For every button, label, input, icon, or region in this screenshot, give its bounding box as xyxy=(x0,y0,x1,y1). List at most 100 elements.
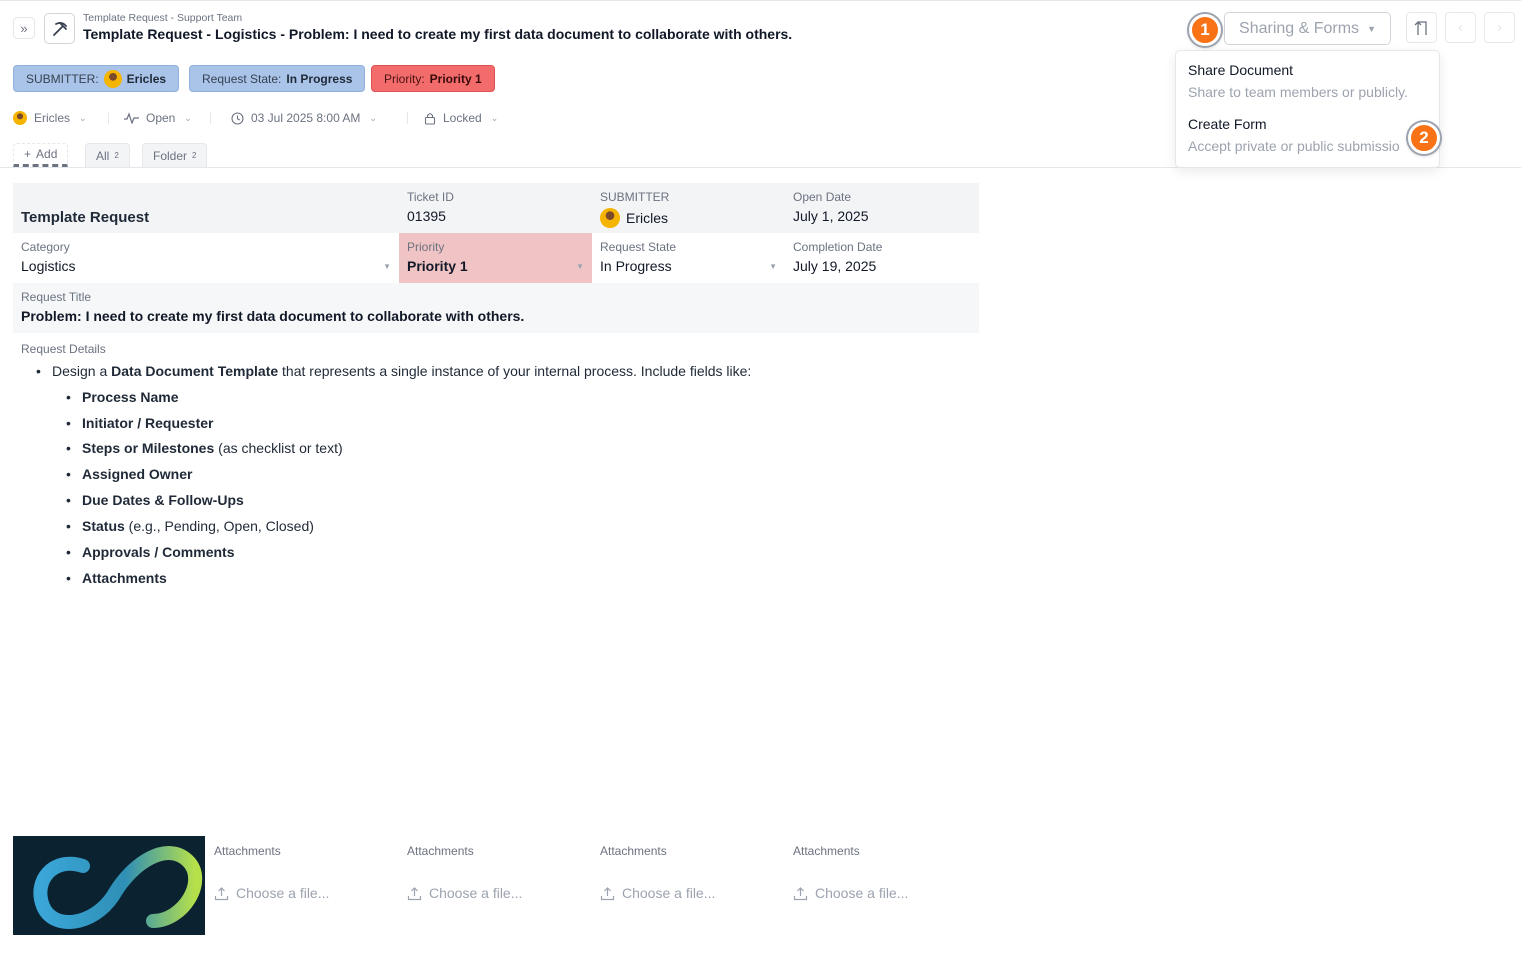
bullet-icon: • xyxy=(66,389,71,405)
pickaxe-icon xyxy=(52,21,67,36)
tab-add-label: Add xyxy=(36,147,58,161)
ticket-id-label: Ticket ID xyxy=(407,190,454,204)
request-state-pill-value: In Progress xyxy=(286,71,353,86)
lock-label: Locked xyxy=(443,111,482,125)
intro-post: that represents a single instance of you… xyxy=(278,363,752,379)
tab-all-count: 2 xyxy=(114,151,119,160)
bullet-icon: • xyxy=(66,570,71,586)
ticket-id-field: Ticket ID 01395 xyxy=(399,183,592,233)
bullet-icon: • xyxy=(66,440,71,456)
tab-folder[interactable]: Folder 2 xyxy=(142,143,208,167)
tab-all[interactable]: All 2 xyxy=(85,143,130,167)
completion-date-label: Completion Date xyxy=(793,240,883,254)
owner-label: Ericles xyxy=(34,111,71,125)
caret-down-icon: ▼ xyxy=(1367,23,1376,34)
attachments-label: Attachments xyxy=(793,844,860,858)
double-chevron-right-icon: » xyxy=(20,20,28,36)
step-marker-1: 1 xyxy=(1189,14,1221,46)
intro-pre: Design a xyxy=(52,363,112,379)
attachment-field-4[interactable]: Attachments Choose a file... xyxy=(793,844,908,901)
infinity-logo-image xyxy=(13,836,205,935)
status-selector[interactable]: Open ⌄ xyxy=(124,110,192,126)
share-document-menu-item[interactable]: Share Document Share to team members or … xyxy=(1188,62,1438,100)
sharing-forms-button[interactable]: Sharing & Forms ▼ xyxy=(1224,12,1391,45)
list-item: • Due Dates & Follow-Ups xyxy=(66,492,244,508)
submitter-pill[interactable]: SUBMITTER: Ericles xyxy=(13,65,180,92)
bullet-icon: • xyxy=(36,363,41,379)
create-form-menu-item[interactable]: Create Form Accept private or public sub… xyxy=(1188,116,1438,154)
request-title-value: Problem: I need to create my first data … xyxy=(21,308,525,324)
submitter-pill-label: SUBMITTER: xyxy=(26,71,99,86)
request-title-field[interactable]: Request Title Problem: I need to create … xyxy=(13,283,979,333)
priority-value: Priority 1 xyxy=(407,258,468,274)
request-state-pill[interactable]: Request State: In Progress xyxy=(189,65,366,92)
list-item: • Assigned Owner xyxy=(66,466,192,482)
window-top-border xyxy=(0,0,1521,4)
ticket-id-value: 01395 xyxy=(407,208,446,224)
list-item-rest: (as checklist or text) xyxy=(214,440,343,456)
create-form-title: Create Form xyxy=(1188,116,1267,132)
priority-pill-label: Priority: xyxy=(384,71,425,86)
submitter-label: SUBMITTER xyxy=(600,190,670,204)
attachment-field-1[interactable]: Attachments Choose a file... xyxy=(214,844,329,901)
clock-icon xyxy=(231,111,244,125)
create-form-description: Accept private or public submissio xyxy=(1188,138,1400,154)
completion-date-field[interactable]: Completion Date July 19, 2025 xyxy=(785,233,979,283)
priority-pill[interactable]: Priority: Priority 1 xyxy=(371,65,495,92)
request-state-label: Request State xyxy=(600,240,677,254)
intro-bold: Data Document Template xyxy=(111,363,279,379)
priority-label: Priority xyxy=(407,240,445,254)
list-item-bold: Status xyxy=(82,518,125,534)
divider xyxy=(210,112,211,124)
owner-selector[interactable]: Ericles ⌄ xyxy=(13,110,87,126)
request-state-value: In Progress xyxy=(600,258,672,274)
list-item-bold: Approvals / Comments xyxy=(82,544,235,560)
tab-folder-count: 2 xyxy=(192,151,197,160)
priority-select[interactable]: Priority Priority 1 ▼ xyxy=(399,233,592,283)
expand-sidebar-button[interactable]: » xyxy=(13,17,35,39)
attachment-thumbnail[interactable] xyxy=(13,836,205,935)
bullet-icon: • xyxy=(66,518,71,534)
upload-arrow-icon xyxy=(1414,20,1427,35)
list-item: • Steps or Milestones (as checklist or te… xyxy=(66,440,343,456)
date-selector[interactable]: 03 Jul 2025 8:00 AM ⌄ xyxy=(231,110,377,126)
chevron-left-icon: ‹ xyxy=(1458,19,1463,36)
choose-file-label: Choose a file... xyxy=(622,885,716,901)
list-item-rest: (e.g., Pending, Open, Closed) xyxy=(124,518,314,534)
list-item: • Approvals / Comments xyxy=(66,544,234,560)
app-logo[interactable] xyxy=(44,13,75,44)
choose-file-button[interactable]: Choose a file... xyxy=(214,885,329,901)
list-item-bold: Due Dates & Follow-Ups xyxy=(82,492,244,508)
lock-selector[interactable]: Locked ⌄ xyxy=(424,110,498,126)
activity-icon xyxy=(124,112,139,124)
list-item: • Process Name xyxy=(66,389,179,405)
choose-file-button[interactable]: Choose a file... xyxy=(407,885,522,901)
bullet-icon: • xyxy=(66,544,71,560)
request-state-select[interactable]: Request State In Progress ▼ xyxy=(592,233,785,283)
bullet-icon: • xyxy=(66,466,71,482)
tab-folder-label: Folder xyxy=(153,148,188,163)
status-label: Open xyxy=(146,111,176,125)
request-details-label: Request Details xyxy=(21,342,106,356)
plus-icon: + xyxy=(24,147,32,161)
attachments-label: Attachments xyxy=(407,844,474,858)
list-item-bold: Initiator / Requester xyxy=(82,415,214,431)
next-button[interactable]: › xyxy=(1484,12,1515,43)
previous-button[interactable]: ‹ xyxy=(1445,12,1476,43)
open-date-field[interactable]: Open Date July 1, 2025 xyxy=(785,183,979,233)
choose-file-button[interactable]: Choose a file... xyxy=(793,885,908,901)
bullet-icon: • xyxy=(66,415,71,431)
choose-file-button[interactable]: Choose a file... xyxy=(600,885,715,901)
category-select[interactable]: Category Logistics ▼ xyxy=(13,233,399,283)
submitter-field[interactable]: SUBMITTER Ericles xyxy=(592,183,785,233)
attachment-field-3[interactable]: Attachments Choose a file... xyxy=(600,844,715,901)
attachment-field-2[interactable]: Attachments Choose a file... xyxy=(407,844,522,901)
tab-add[interactable]: + Add xyxy=(13,143,69,167)
form-title: Template Request xyxy=(13,183,399,233)
breadcrumb[interactable]: Template Request - Support Team xyxy=(83,12,242,24)
export-button[interactable] xyxy=(1406,12,1437,43)
list-item-bold: Attachments xyxy=(82,570,167,586)
chevron-down-icon: ⌄ xyxy=(490,112,499,123)
avatar xyxy=(103,69,122,88)
list-item: • Attachments xyxy=(66,570,167,586)
